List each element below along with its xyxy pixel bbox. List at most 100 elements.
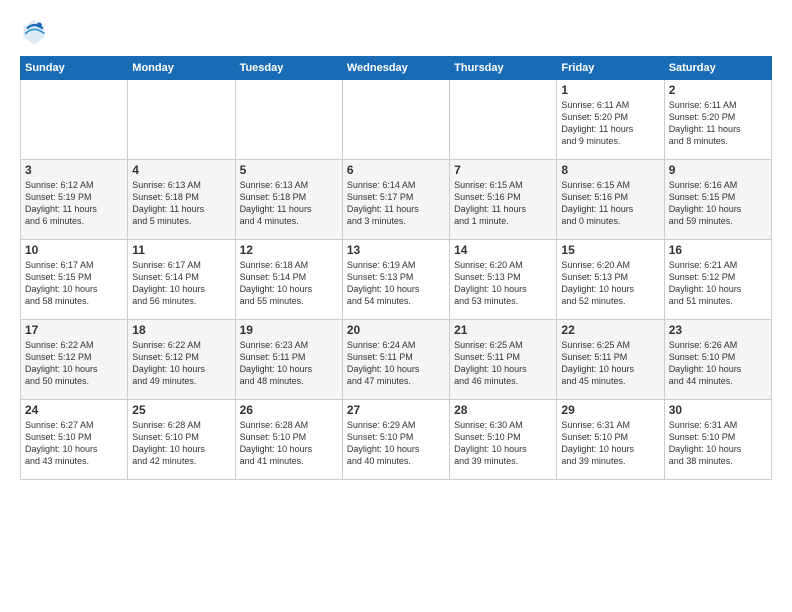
- day-info: Sunrise: 6:11 AM Sunset: 5:20 PM Dayligh…: [669, 99, 767, 148]
- day-number: 7: [454, 163, 552, 177]
- day-cell: 21 Sunrise: 6:25 AM Sunset: 5:11 PM Dayli…: [450, 320, 557, 400]
- day-cell: 30Sunrise: 6:31 AM Sunset: 5:10 PM Dayli…: [664, 400, 771, 480]
- day-info: Sunrise: 6:11 AM Sunset: 5:20 PM Dayligh…: [561, 99, 659, 148]
- day-info: Sunrise: 6:16 AM Sunset: 5:15 PM Dayligh…: [669, 179, 767, 228]
- day-cell: 4 Sunrise: 6:13 AM Sunset: 5:18 PM Daylig…: [128, 160, 235, 240]
- week-row-5: 24 Sunrise: 6:27 AM Sunset: 5:10 PM Dayli…: [21, 400, 772, 480]
- day-number: 16: [669, 243, 767, 257]
- day-number: 22: [561, 323, 659, 337]
- day-info: Sunrise: 6:25 AM Sunset: 5:11 PM Dayligh…: [561, 339, 659, 388]
- week-row-4: 17Sunrise: 6:22 AM Sunset: 5:12 PM Dayli…: [21, 320, 772, 400]
- day-cell: [342, 80, 449, 160]
- day-info: Sunrise: 6:18 AM Sunset: 5:14 PM Dayligh…: [240, 259, 338, 308]
- day-info: Sunrise: 6:30 AM Sunset: 5:10 PM Dayligh…: [454, 419, 552, 468]
- day-info: Sunrise: 6:22 AM Sunset: 5:12 PM Dayligh…: [25, 339, 123, 388]
- day-cell: 19Sunrise: 6:23 AM Sunset: 5:11 PM Dayli…: [235, 320, 342, 400]
- day-cell: 22 Sunrise: 6:25 AM Sunset: 5:11 PM Dayli…: [557, 320, 664, 400]
- day-number: 20: [347, 323, 445, 337]
- day-info: Sunrise: 6:17 AM Sunset: 5:14 PM Dayligh…: [132, 259, 230, 308]
- day-cell: 13 Sunrise: 6:19 AM Sunset: 5:13 PM Dayli…: [342, 240, 449, 320]
- day-cell: 18 Sunrise: 6:22 AM Sunset: 5:12 PM Dayli…: [128, 320, 235, 400]
- day-cell: 20 Sunrise: 6:24 AM Sunset: 5:11 PM Dayli…: [342, 320, 449, 400]
- day-info: Sunrise: 6:14 AM Sunset: 5:17 PM Dayligh…: [347, 179, 445, 228]
- day-info: Sunrise: 6:21 AM Sunset: 5:12 PM Dayligh…: [669, 259, 767, 308]
- day-cell: 12 Sunrise: 6:18 AM Sunset: 5:14 PM Dayli…: [235, 240, 342, 320]
- day-info: Sunrise: 6:24 AM Sunset: 5:11 PM Dayligh…: [347, 339, 445, 388]
- day-info: Sunrise: 6:15 AM Sunset: 5:16 PM Dayligh…: [454, 179, 552, 228]
- column-header-tuesday: Tuesday: [235, 57, 342, 80]
- day-info: Sunrise: 6:31 AM Sunset: 5:10 PM Dayligh…: [669, 419, 767, 468]
- day-info: Sunrise: 6:28 AM Sunset: 5:10 PM Dayligh…: [240, 419, 338, 468]
- day-number: 12: [240, 243, 338, 257]
- day-cell: 24 Sunrise: 6:27 AM Sunset: 5:10 PM Dayli…: [21, 400, 128, 480]
- day-cell: 17Sunrise: 6:22 AM Sunset: 5:12 PM Dayli…: [21, 320, 128, 400]
- day-cell: [128, 80, 235, 160]
- day-info: Sunrise: 6:26 AM Sunset: 5:10 PM Dayligh…: [669, 339, 767, 388]
- day-number: 4: [132, 163, 230, 177]
- column-header-monday: Monday: [128, 57, 235, 80]
- column-header-saturday: Saturday: [664, 57, 771, 80]
- week-row-3: 10 Sunrise: 6:17 AM Sunset: 5:15 PM Dayli…: [21, 240, 772, 320]
- day-number: 23: [669, 323, 767, 337]
- column-header-wednesday: Wednesday: [342, 57, 449, 80]
- day-info: Sunrise: 6:12 AM Sunset: 5:19 PM Dayligh…: [25, 179, 123, 228]
- day-cell: 15 Sunrise: 6:20 AM Sunset: 5:13 PM Dayli…: [557, 240, 664, 320]
- day-number: 18: [132, 323, 230, 337]
- day-info: Sunrise: 6:31 AM Sunset: 5:10 PM Dayligh…: [561, 419, 659, 468]
- day-cell: 29 Sunrise: 6:31 AM Sunset: 5:10 PM Dayli…: [557, 400, 664, 480]
- week-row-1: 1 Sunrise: 6:11 AM Sunset: 5:20 PM Daylig…: [21, 80, 772, 160]
- day-info: Sunrise: 6:20 AM Sunset: 5:13 PM Dayligh…: [454, 259, 552, 308]
- day-cell: 10 Sunrise: 6:17 AM Sunset: 5:15 PM Dayli…: [21, 240, 128, 320]
- day-info: Sunrise: 6:15 AM Sunset: 5:16 PM Dayligh…: [561, 179, 659, 228]
- header: [20, 18, 772, 46]
- calendar-table: SundayMondayTuesdayWednesdayThursdayFrid…: [20, 56, 772, 480]
- day-cell: 2 Sunrise: 6:11 AM Sunset: 5:20 PM Daylig…: [664, 80, 771, 160]
- day-info: Sunrise: 6:25 AM Sunset: 5:11 PM Dayligh…: [454, 339, 552, 388]
- column-header-sunday: Sunday: [21, 57, 128, 80]
- day-cell: 16 Sunrise: 6:21 AM Sunset: 5:12 PM Dayli…: [664, 240, 771, 320]
- day-cell: 11Sunrise: 6:17 AM Sunset: 5:14 PM Dayli…: [128, 240, 235, 320]
- day-cell: 27 Sunrise: 6:29 AM Sunset: 5:10 PM Dayli…: [342, 400, 449, 480]
- day-info: Sunrise: 6:23 AM Sunset: 5:11 PM Dayligh…: [240, 339, 338, 388]
- day-number: 10: [25, 243, 123, 257]
- column-header-friday: Friday: [557, 57, 664, 80]
- day-info: Sunrise: 6:19 AM Sunset: 5:13 PM Dayligh…: [347, 259, 445, 308]
- day-cell: 26 Sunrise: 6:28 AM Sunset: 5:10 PM Dayli…: [235, 400, 342, 480]
- week-row-2: 3 Sunrise: 6:12 AM Sunset: 5:19 PM Daylig…: [21, 160, 772, 240]
- day-info: Sunrise: 6:13 AM Sunset: 5:18 PM Dayligh…: [240, 179, 338, 228]
- day-cell: 8 Sunrise: 6:15 AM Sunset: 5:16 PM Daylig…: [557, 160, 664, 240]
- day-number: 2: [669, 83, 767, 97]
- day-number: 29: [561, 403, 659, 417]
- day-number: 3: [25, 163, 123, 177]
- day-info: Sunrise: 6:29 AM Sunset: 5:10 PM Dayligh…: [347, 419, 445, 468]
- day-number: 21: [454, 323, 552, 337]
- header-row: SundayMondayTuesdayWednesdayThursdayFrid…: [21, 57, 772, 80]
- day-number: 14: [454, 243, 552, 257]
- day-number: 8: [561, 163, 659, 177]
- day-number: 13: [347, 243, 445, 257]
- day-cell: 7 Sunrise: 6:15 AM Sunset: 5:16 PM Daylig…: [450, 160, 557, 240]
- day-info: Sunrise: 6:22 AM Sunset: 5:12 PM Dayligh…: [132, 339, 230, 388]
- day-info: Sunrise: 6:13 AM Sunset: 5:18 PM Dayligh…: [132, 179, 230, 228]
- day-number: 27: [347, 403, 445, 417]
- day-cell: [235, 80, 342, 160]
- day-number: 24: [25, 403, 123, 417]
- column-header-thursday: Thursday: [450, 57, 557, 80]
- day-info: Sunrise: 6:27 AM Sunset: 5:10 PM Dayligh…: [25, 419, 123, 468]
- day-number: 28: [454, 403, 552, 417]
- day-info: Sunrise: 6:17 AM Sunset: 5:15 PM Dayligh…: [25, 259, 123, 308]
- day-cell: 5Sunrise: 6:13 AM Sunset: 5:18 PM Daylig…: [235, 160, 342, 240]
- day-number: 25: [132, 403, 230, 417]
- day-number: 9: [669, 163, 767, 177]
- day-info: Sunrise: 6:20 AM Sunset: 5:13 PM Dayligh…: [561, 259, 659, 308]
- day-cell: 28 Sunrise: 6:30 AM Sunset: 5:10 PM Dayli…: [450, 400, 557, 480]
- page: SundayMondayTuesdayWednesdayThursdayFrid…: [0, 0, 792, 612]
- day-number: 15: [561, 243, 659, 257]
- day-number: 26: [240, 403, 338, 417]
- day-number: 1: [561, 83, 659, 97]
- day-cell: [21, 80, 128, 160]
- day-cell: 25Sunrise: 6:28 AM Sunset: 5:10 PM Dayli…: [128, 400, 235, 480]
- logo-icon: [20, 18, 48, 46]
- day-cell: 23 Sunrise: 6:26 AM Sunset: 5:10 PM Dayli…: [664, 320, 771, 400]
- day-cell: 9 Sunrise: 6:16 AM Sunset: 5:15 PM Daylig…: [664, 160, 771, 240]
